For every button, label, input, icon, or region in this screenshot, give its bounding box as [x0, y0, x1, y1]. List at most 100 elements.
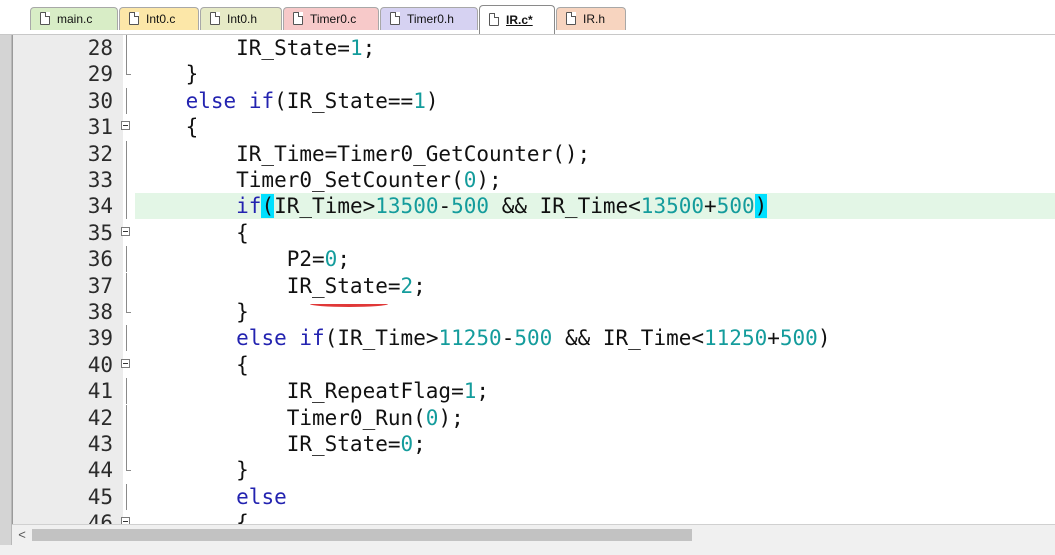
code-text: }	[135, 62, 199, 87]
code-text: IR_State=2;	[135, 273, 426, 298]
line-number: 31	[87, 115, 113, 140]
code-line[interactable]: 32 IR_Time=Timer0_GetCounter();	[13, 140, 1055, 167]
file-icon	[293, 12, 303, 25]
fold-marker	[121, 378, 131, 405]
line-number: 29	[87, 62, 113, 87]
code-text: P2=0;	[135, 247, 350, 272]
code-line[interactable]: 30 else if(IR_State==1)	[13, 87, 1055, 114]
tab-timer0-h[interactable]: Timer0.h	[380, 7, 478, 30]
line-number: 39	[87, 326, 113, 351]
code-line[interactable]: 40 {	[13, 352, 1055, 378]
fold-marker	[121, 431, 131, 457]
tab-int0-h[interactable]: Int0.h	[200, 7, 282, 30]
fold-marker	[121, 404, 131, 431]
line-number: 33	[87, 168, 113, 192]
fold-marker	[121, 299, 131, 325]
fold-marker	[121, 220, 131, 246]
line-number: 43	[87, 432, 113, 456]
red-underline-annotation	[310, 301, 388, 307]
tab-label: Int0.c	[146, 12, 176, 26]
collapse-box-icon[interactable]	[121, 358, 130, 368]
fold-marker	[121, 35, 131, 61]
file-icon	[390, 12, 400, 25]
fold-marker	[121, 483, 131, 510]
collapse-box-icon[interactable]	[121, 226, 130, 236]
tab-timer0-c[interactable]: Timer0.c	[283, 7, 379, 30]
code-line[interactable]: 45 else	[13, 483, 1055, 510]
code-line[interactable]: 28 IR_State=1;	[13, 35, 1055, 61]
fold-marker	[121, 457, 131, 483]
fold-marker	[121, 352, 131, 378]
code-line[interactable]: 39 else if(IR_Time>11250-500 && IR_Time<…	[13, 325, 1055, 352]
line-number: 28	[87, 36, 113, 60]
file-icon	[489, 13, 499, 26]
fold-marker	[121, 510, 131, 524]
line-number: 32	[87, 141, 113, 166]
horizontal-scrollbar[interactable]: <	[12, 524, 1055, 545]
status-strip	[0, 545, 1055, 555]
tab-label: Timer0.h	[407, 12, 454, 26]
fold-marker	[121, 167, 131, 193]
tab-label: main.c	[57, 12, 93, 26]
code-line[interactable]: 29 }	[13, 61, 1055, 87]
tab-int0-c[interactable]: Int0.c	[119, 7, 199, 30]
code-text: IR_Time=Timer0_GetCounter();	[135, 141, 591, 166]
code-text: Timer0_Run(0);	[135, 405, 464, 430]
code-line[interactable]: 41 IR_RepeatFlag=1;	[13, 378, 1055, 405]
code-text: {	[135, 511, 249, 524]
tab-label: Int0.h	[227, 12, 258, 26]
code-line[interactable]: 37 IR_State=2;	[13, 272, 1055, 299]
tab-label: Timer0.c	[310, 12, 357, 26]
fold-marker	[121, 193, 131, 220]
fold-marker	[121, 61, 131, 87]
file-icon	[210, 12, 220, 25]
scrollbar-thumb[interactable]	[32, 529, 692, 541]
code-text: }	[135, 458, 249, 483]
code-line[interactable]: 33 Timer0_SetCounter(0);	[13, 167, 1055, 193]
code-text: {	[135, 115, 199, 140]
code-line[interactable]: 44 }	[13, 457, 1055, 483]
tab-label: IR.h	[583, 12, 606, 26]
file-icon	[40, 12, 50, 25]
collapse-box-icon[interactable]	[121, 517, 130, 524]
file-tab-bar: main.c Int0.c Int0.h Timer0.c Timer0.h I…	[0, 0, 1055, 35]
fold-marker	[121, 87, 131, 114]
line-number: 36	[87, 247, 113, 272]
code-line[interactable]: 46 {	[13, 510, 1055, 524]
line-number: 46	[87, 511, 113, 524]
code-text: IR_RepeatFlag=1;	[135, 379, 490, 404]
code-text: else if(IR_State==1)	[185, 88, 439, 113]
fold-marker	[121, 325, 131, 352]
code-editor[interactable]: 28 IR_State=1; 29 } 30 else if(IR_State==1…	[12, 35, 1055, 524]
code-line[interactable]: 35 {	[13, 220, 1055, 246]
code-line[interactable]: 42 Timer0_Run(0);	[13, 404, 1055, 431]
line-number: 40	[87, 352, 113, 377]
code-text: IR_State=1;	[135, 36, 376, 60]
file-icon	[129, 12, 139, 25]
code-line[interactable]: 34 if(IR_Time>13500-500 && IR_Time<13500…	[13, 193, 1055, 220]
line-number: 38	[87, 300, 113, 324]
code-line[interactable]: 38 }	[13, 299, 1055, 325]
line-number: 44	[87, 458, 113, 483]
code-text: IR_State=0;	[135, 432, 426, 456]
fold-marker	[121, 272, 131, 299]
tab-main-c[interactable]: main.c	[30, 7, 118, 30]
code-text: else	[236, 484, 287, 509]
line-number: 37	[87, 273, 113, 298]
tab-ir-c[interactable]: IR.c*	[479, 5, 555, 34]
code-text: if(IR_Time>13500-500 && IR_Time<13500+50…	[236, 194, 768, 219]
code-text: {	[135, 220, 249, 245]
collapse-box-icon[interactable]	[121, 121, 130, 131]
code-line[interactable]: 43 IR_State=0;	[13, 431, 1055, 457]
code-line[interactable]: 36 P2=0;	[13, 246, 1055, 273]
line-number: 41	[87, 379, 113, 404]
fold-marker	[121, 140, 131, 167]
code-line[interactable]: 31 {	[13, 114, 1055, 140]
line-number: 42	[87, 405, 113, 430]
code-text: else if(IR_Time>11250-500 && IR_Time<112…	[236, 326, 831, 351]
line-number: 45	[87, 484, 113, 509]
tab-ir-h[interactable]: IR.h	[556, 7, 626, 30]
tab-label: IR.c*	[506, 13, 533, 27]
scroll-left-arrow[interactable]: <	[14, 526, 30, 544]
code-text: Timer0_SetCounter(0);	[135, 168, 502, 192]
